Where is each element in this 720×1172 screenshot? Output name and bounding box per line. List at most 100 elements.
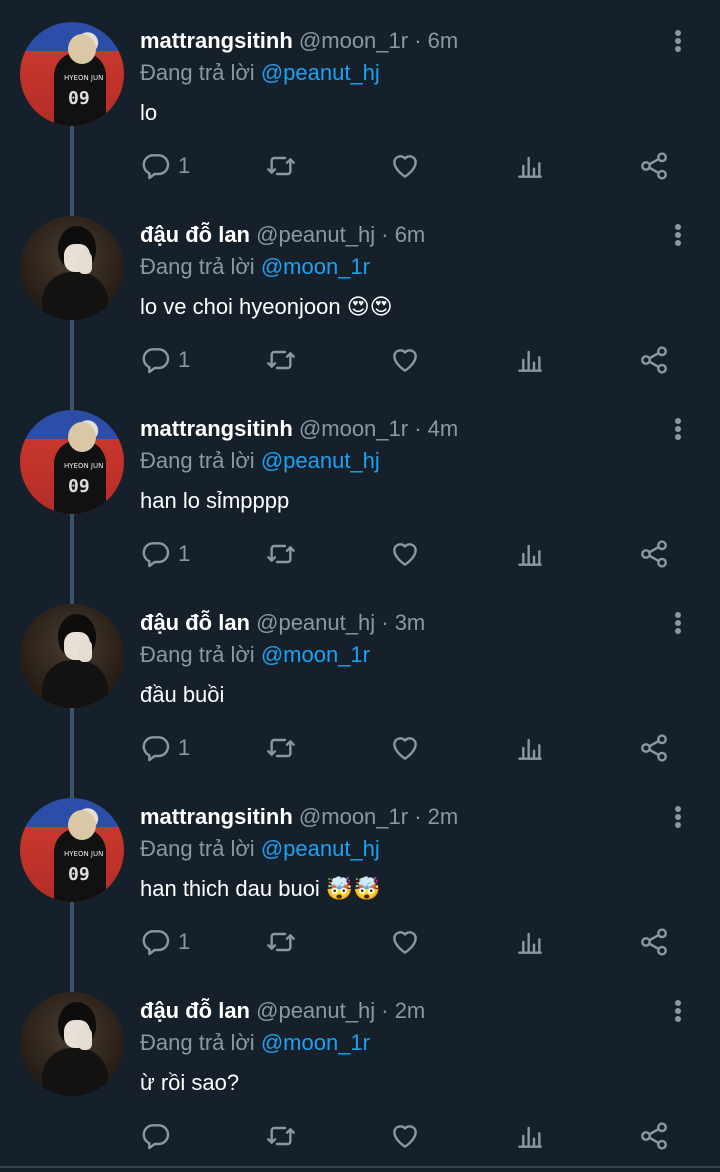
user-handle[interactable]: @moon_1r (299, 804, 408, 829)
retweet-button[interactable] (265, 146, 297, 186)
share-button[interactable] (638, 922, 670, 962)
more-options-icon[interactable] (666, 28, 690, 54)
replying-to-link[interactable]: @moon_1r (261, 254, 370, 279)
like-button[interactable] (389, 1116, 421, 1156)
like-icon (393, 1125, 417, 1148)
avatar[interactable]: HYEON JUN 09 (20, 22, 124, 126)
avatar-jersey-name: HYEON JUN (64, 462, 104, 470)
tweet[interactable]: HYEON JUN 09 mattrangsitinh @moon_1r · 2m… (0, 776, 720, 970)
tweet[interactable]: HYEON JUN 09 mattrangsitinh @moon_1r · 6m… (0, 0, 720, 194)
replying-to: Đang trả lời @moon_1r (140, 642, 370, 668)
avatar[interactable]: HYEON JUN 09 (20, 798, 124, 902)
more-options-icon[interactable] (666, 222, 690, 248)
timestamp[interactable]: 4m (428, 416, 459, 441)
analytics-button[interactable] (514, 728, 546, 768)
replying-to-link[interactable]: @moon_1r (261, 642, 370, 667)
more-options-icon[interactable] (666, 998, 690, 1024)
share-button[interactable] (638, 146, 670, 186)
user-handle[interactable]: @moon_1r (299, 416, 408, 441)
timestamp[interactable]: 2m (395, 998, 426, 1023)
share-button[interactable] (638, 340, 670, 380)
analytics-button[interactable] (514, 340, 546, 380)
like-button[interactable] (389, 146, 421, 186)
analytics-button[interactable] (514, 146, 546, 186)
retweet-button[interactable] (265, 1116, 297, 1156)
timestamp[interactable]: 6m (395, 222, 426, 247)
user-handle[interactable]: @peanut_hj (256, 610, 375, 635)
display-name[interactable]: đậu đỗ lan (140, 222, 250, 247)
more-options-icon[interactable] (666, 804, 690, 830)
display-name[interactable]: đậu đỗ lan (140, 610, 250, 635)
tweet[interactable]: HYEON JUN 09 mattrangsitinh @moon_1r · 4m… (0, 388, 720, 582)
more-options-icon[interactable] (666, 416, 690, 442)
analytics-button[interactable] (514, 534, 546, 574)
avatar[interactable] (20, 992, 124, 1096)
separator-dot: · (381, 222, 389, 247)
avatar-head (68, 810, 96, 840)
reply-count: 1 (178, 735, 191, 760)
share-button[interactable] (638, 534, 670, 574)
tweet-header: đậu đỗ lan @peanut_hj · 3m (140, 610, 425, 636)
replying-to-link[interactable]: @peanut_hj (261, 836, 380, 861)
tweet[interactable]: đậu đỗ lan @peanut_hj · 2m Đang trả lời … (0, 970, 720, 1164)
share-icon (641, 346, 667, 374)
share-icon (641, 1122, 667, 1150)
analytics-button[interactable] (514, 1116, 546, 1156)
user-handle[interactable]: @peanut_hj (256, 998, 375, 1023)
replying-to-link[interactable]: @peanut_hj (261, 60, 380, 85)
tweet-actions: 1 (0, 534, 720, 574)
reply-icon (142, 154, 170, 180)
avatar[interactable]: HYEON JUN 09 (20, 410, 124, 514)
tweet-text: đầu buồi (140, 682, 225, 707)
display-name[interactable]: đậu đỗ lan (140, 998, 250, 1023)
user-handle[interactable]: @moon_1r (299, 28, 408, 53)
tweet[interactable]: đậu đỗ lan @peanut_hj · 6m Đang trả lời … (0, 194, 720, 388)
tweet-text: ừ rồi sao? (140, 1070, 240, 1095)
retweet-icon (267, 932, 295, 952)
avatar[interactable] (20, 216, 124, 320)
reply-button[interactable] (140, 1116, 178, 1156)
retweet-button[interactable] (265, 922, 297, 962)
retweet-button[interactable] (265, 728, 297, 768)
retweet-icon (267, 738, 295, 758)
replying-to-link[interactable]: @moon_1r (261, 1030, 370, 1055)
tweet[interactable]: đậu đỗ lan @peanut_hj · 3m Đang trả lời … (0, 582, 720, 776)
share-icon (641, 734, 667, 762)
reply-button[interactable]: 1 (140, 340, 190, 380)
timestamp[interactable]: 3m (395, 610, 426, 635)
like-button[interactable] (389, 728, 421, 768)
like-button[interactable] (389, 922, 421, 962)
replying-to-label: Đang trả lời (140, 1030, 255, 1055)
reply-count: 1 (178, 153, 191, 178)
timestamp[interactable]: 6m (428, 28, 459, 53)
reply-button[interactable]: 1 (140, 922, 190, 962)
like-icon (393, 543, 417, 566)
like-button[interactable] (389, 340, 421, 380)
display-name[interactable]: mattrangsitinh (140, 416, 293, 441)
more-options-icon[interactable] (666, 610, 690, 636)
display-name[interactable]: mattrangsitinh (140, 804, 293, 829)
reply-button[interactable]: 1 (140, 534, 190, 574)
share-button[interactable] (638, 728, 670, 768)
retweet-button[interactable] (265, 340, 297, 380)
retweet-button[interactable] (265, 534, 297, 574)
timestamp[interactable]: 2m (428, 804, 459, 829)
separator-dot: · (381, 610, 389, 635)
analytics-button[interactable] (514, 922, 546, 962)
replying-to-link[interactable]: @peanut_hj (261, 448, 380, 473)
reply-button[interactable]: 1 (140, 146, 190, 186)
replying-to: Đang trả lời @moon_1r (140, 1030, 370, 1056)
avatar[interactable] (20, 604, 124, 708)
analytics-icon (518, 1126, 542, 1148)
like-button[interactable] (389, 534, 421, 574)
display-name[interactable]: mattrangsitinh (140, 28, 293, 53)
avatar-jersey-number: 09 (68, 88, 90, 109)
avatar-body (42, 272, 108, 320)
retweet-icon (267, 156, 295, 176)
tweet-actions: 1 (0, 340, 720, 380)
reply-button[interactable]: 1 (140, 728, 190, 768)
share-button[interactable] (638, 1116, 670, 1156)
user-handle[interactable]: @peanut_hj (256, 222, 375, 247)
tweet-actions: 1 (0, 146, 720, 186)
replying-to: Đang trả lời @moon_1r (140, 254, 370, 280)
